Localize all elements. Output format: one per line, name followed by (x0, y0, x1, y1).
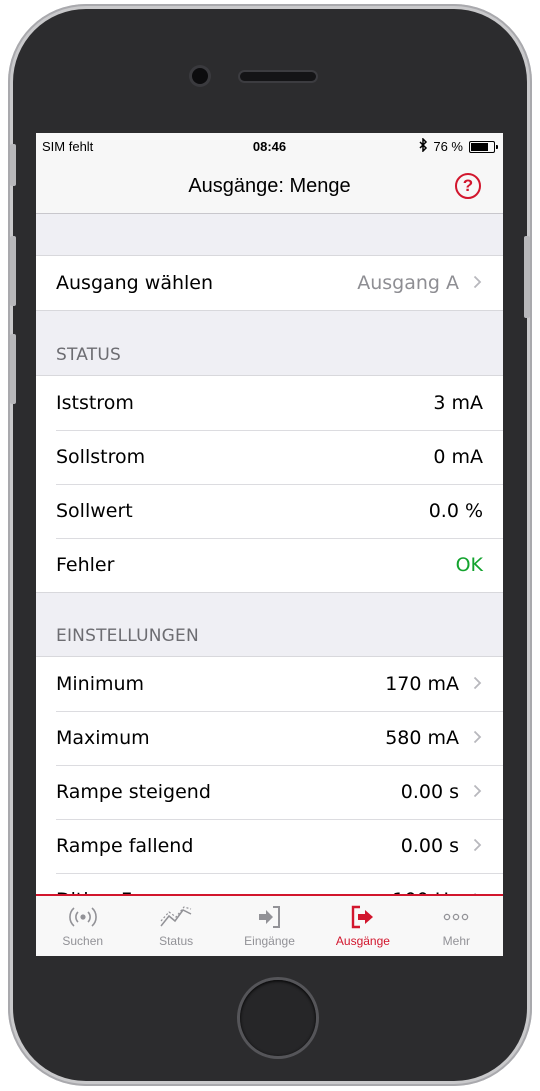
battery-level (471, 142, 488, 151)
navigation-bar: Ausgänge: Menge ? (36, 160, 503, 214)
row-label: Sollstrom (56, 446, 146, 468)
output-arrow-icon (348, 902, 378, 932)
top-spacer (36, 214, 503, 255)
status-row-sollwert: Sollwert 0.0 % (36, 484, 503, 538)
row-value: 0 mA (433, 446, 483, 468)
input-arrow-icon (255, 902, 285, 932)
row-value: 3 mA (433, 392, 483, 414)
chevron-right-icon (473, 273, 483, 294)
status-row-iststrom: Iststrom 3 mA (36, 376, 503, 430)
status-row-sollstrom: Sollstrom 0 mA (36, 430, 503, 484)
row-value: 0.00 s (400, 781, 459, 803)
status-row-fehler: Fehler OK (36, 538, 503, 592)
tab-suchen[interactable]: Suchen (36, 896, 129, 956)
app-screen: SIM fehlt 08:46 76 % Ausgänge: Menge ? A… (36, 133, 503, 956)
settings-row-minimum[interactable]: Minimum 170 mA (36, 657, 503, 711)
status-ok-badge: OK (455, 554, 483, 576)
home-button[interactable] (240, 980, 316, 1056)
row-label: Maximum (56, 727, 150, 749)
settings-row-rampe-steigend[interactable]: Rampe steigend 0.00 s (36, 765, 503, 819)
settings-section-header: EINSTELLUNGEN (56, 626, 199, 646)
tab-status[interactable]: Status (129, 896, 222, 956)
radio-waves-icon (67, 902, 99, 932)
row-value: 0.0 % (428, 500, 483, 522)
trend-chart-icon (159, 902, 193, 932)
row-value: 580 mA (385, 727, 459, 749)
row-label: Sollwert (56, 500, 133, 522)
tab-label: Mehr (442, 934, 470, 948)
tab-label: Status (159, 934, 194, 948)
row-value: 170 mA (385, 673, 459, 695)
tab-label: Suchen (62, 934, 104, 948)
help-icon[interactable]: ? (455, 173, 481, 199)
tab-mehr[interactable]: Mehr (410, 896, 503, 956)
power-button (524, 236, 530, 318)
output-select-row[interactable]: Ausgang wählen Ausgang A (36, 256, 503, 310)
chevron-right-icon (473, 728, 483, 749)
chevron-right-icon (473, 836, 483, 857)
output-select-group: Ausgang wählen Ausgang A (36, 255, 503, 311)
chevron-right-icon (473, 782, 483, 803)
row-label: Rampe fallend (56, 835, 194, 857)
volume-down-button (10, 334, 16, 404)
settings-list: Minimum 170 mA Maximum 580 mA Rampe stei… (36, 656, 503, 928)
settings-row-rampe-fallend[interactable]: Rampe fallend 0.00 s (36, 819, 503, 873)
row-value: 0.00 s (400, 835, 459, 857)
bluetooth-icon (417, 137, 429, 155)
tab-label: Ausgänge (335, 934, 390, 948)
status-bar: SIM fehlt 08:46 76 % (36, 133, 503, 160)
front-camera (192, 68, 208, 84)
settings-row-maximum[interactable]: Maximum 580 mA (36, 711, 503, 765)
tab-bar: Suchen Status Eingänge Ausgänge Mehr (36, 894, 503, 956)
tab-ausgaenge[interactable]: Ausgänge (316, 896, 409, 956)
silent-switch (10, 144, 16, 186)
battery-percent: 76 % (433, 139, 463, 154)
page-title: Ausgänge: Menge (188, 175, 351, 197)
row-label: Minimum (56, 673, 145, 695)
earpiece-speaker (240, 72, 316, 81)
row-label: Rampe steigend (56, 781, 211, 803)
battery-icon (469, 140, 498, 153)
row-label: Iststrom (56, 392, 134, 414)
more-dots-icon (441, 902, 471, 932)
row-label: Fehler (56, 554, 115, 576)
output-select-label: Ausgang wählen (56, 272, 214, 294)
volume-up-button (10, 236, 16, 306)
status-list: Iststrom 3 mA Sollstrom 0 mA Sollwert 0.… (36, 375, 503, 593)
tab-label: Eingänge (244, 934, 295, 948)
output-select-value: Ausgang A (357, 272, 459, 294)
chevron-right-icon (473, 674, 483, 695)
status-section-header: STATUS (56, 345, 121, 365)
tab-eingaenge[interactable]: Eingänge (223, 896, 316, 956)
status-right: 76 % (417, 137, 498, 155)
